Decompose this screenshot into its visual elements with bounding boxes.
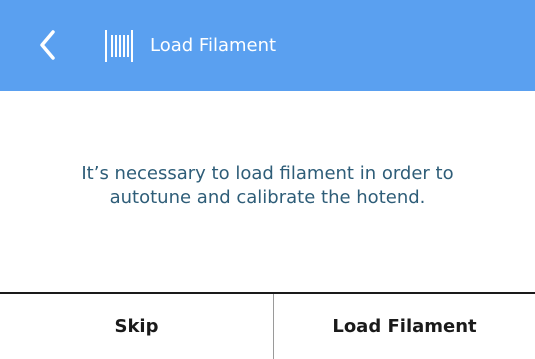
filament-spool-icon	[105, 30, 133, 62]
load-filament-button[interactable]: Load Filament	[274, 294, 535, 359]
footer-actions: Skip Load Filament	[0, 292, 535, 359]
instruction-message: It’s necessary to load filament in order…	[81, 163, 454, 208]
back-button[interactable]	[28, 18, 84, 74]
load-filament-screen: Load Filament It’s necessary to load fil…	[0, 0, 535, 359]
message-area: It’s necessary to load filament in order…	[0, 91, 535, 292]
header-bar: Load Filament	[0, 0, 535, 91]
page-title: Load Filament	[150, 35, 277, 56]
chevron-left-icon	[40, 30, 55, 60]
skip-button[interactable]: Skip	[0, 294, 273, 359]
